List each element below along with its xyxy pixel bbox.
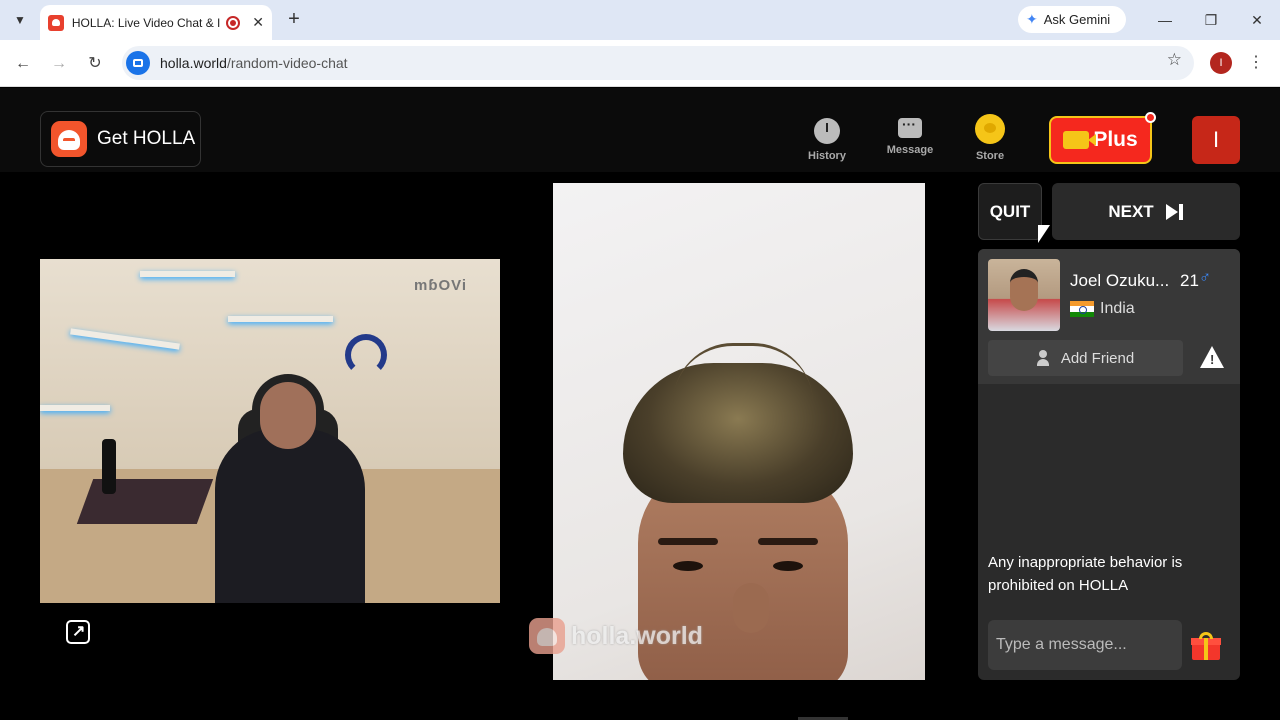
- ask-gemini-label: Ask Gemini: [1043, 12, 1111, 27]
- message-input[interactable]: [988, 620, 1182, 670]
- share-icon[interactable]: [66, 620, 90, 644]
- india-flag-icon: [1070, 301, 1094, 317]
- gift-icon[interactable]: [1191, 632, 1221, 660]
- holla-watermark-logo-icon: [529, 618, 565, 654]
- tab-close-icon[interactable]: ✕: [252, 14, 264, 31]
- report-warning-icon[interactable]: [1200, 346, 1224, 368]
- next-button[interactable]: NEXT: [1052, 183, 1240, 240]
- url-text: holla.world/random-video-chat: [160, 55, 348, 71]
- history-icon: [814, 118, 840, 144]
- new-tab-button[interactable]: +: [282, 8, 306, 32]
- add-person-icon: [1036, 350, 1053, 366]
- chat-panel: Joel Ozuku... 21 ♂ India Add Friend Any …: [978, 249, 1240, 680]
- mouse-cursor-icon: [1038, 225, 1050, 245]
- store-coin-icon: [975, 114, 1005, 144]
- get-holla-button[interactable]: Get HOLLA: [40, 111, 201, 167]
- partner-profile-card: Joel Ozuku... 21 ♂ India Add Friend: [978, 249, 1240, 384]
- local-video-feed: mɓOVi: [40, 259, 500, 603]
- plus-subscription-button[interactable]: Plus: [1049, 116, 1152, 164]
- tab-search-chevron-icon[interactable]: ▼: [8, 8, 32, 32]
- browser-toolbar: ← → ↻ holla.world/random-video-chat ☆ I …: [0, 40, 1280, 87]
- site-camera-icon[interactable]: [126, 51, 150, 75]
- nav-store[interactable]: Store: [960, 114, 1020, 162]
- restore-icon[interactable]: ❐: [1199, 8, 1223, 32]
- moderation-notice: Any inappropriate behavior is prohibited…: [988, 554, 1183, 594]
- address-bar[interactable]: holla.world/random-video-chat ☆: [122, 46, 1194, 80]
- get-holla-label: Get HOLLA: [97, 128, 196, 149]
- next-label: NEXT: [1108, 201, 1154, 221]
- message-icon: [898, 116, 922, 138]
- user-avatar-button[interactable]: I: [1192, 116, 1240, 164]
- add-friend-button[interactable]: Add Friend: [988, 340, 1183, 376]
- browser-tab-bar: ▼ HOLLA: Live Video Chat & I ✕ + ✦ Ask G…: [0, 0, 1280, 40]
- holla-watermark: holla.world: [529, 618, 703, 654]
- partner-name: Joel Ozuku...: [1070, 271, 1170, 290]
- minimize-icon[interactable]: —: [1153, 8, 1177, 32]
- recording-indicator-icon: [226, 15, 241, 30]
- holla-favicon-icon: [48, 14, 64, 31]
- reload-icon[interactable]: ↻: [83, 52, 107, 76]
- partner-avatar[interactable]: [988, 259, 1060, 331]
- back-arrow-icon[interactable]: ←: [11, 52, 35, 76]
- nav-message[interactable]: Message: [880, 116, 940, 156]
- partner-age: 21: [1180, 271, 1199, 290]
- skip-next-icon: [1165, 203, 1184, 220]
- plus-label: Plus: [1093, 128, 1138, 151]
- browser-tab-active[interactable]: HOLLA: Live Video Chat & I ✕: [40, 5, 272, 40]
- nav-history[interactable]: History: [797, 118, 857, 162]
- local-watermark: mɓOVi: [414, 277, 468, 294]
- remote-video-feed: [553, 183, 925, 680]
- partner-country: India: [1100, 300, 1135, 317]
- browser-profile-avatar[interactable]: I: [1210, 52, 1232, 74]
- browser-menu-icon[interactable]: ⋮: [1248, 52, 1264, 72]
- holla-logo-icon: [51, 121, 87, 157]
- holla-app: Get HOLLA History Message Store Plus I: [0, 88, 1280, 720]
- close-window-icon[interactable]: ✕: [1245, 8, 1269, 32]
- quit-button[interactable]: QUIT: [978, 183, 1042, 240]
- male-gender-icon: ♂: [1199, 269, 1211, 286]
- forward-arrow-icon[interactable]: →: [47, 52, 71, 76]
- ask-gemini-button[interactable]: ✦ Ask Gemini: [1018, 6, 1126, 33]
- video-camera-icon: [1063, 131, 1097, 149]
- notification-dot: [1145, 112, 1156, 123]
- gemini-sparkle-icon: ✦: [1026, 11, 1038, 27]
- tab-title: HOLLA: Live Video Chat & I: [71, 15, 221, 30]
- bookmark-star-icon[interactable]: ☆: [1167, 50, 1182, 70]
- app-header: Get HOLLA History Message Store Plus I: [0, 88, 1280, 172]
- add-friend-label: Add Friend: [1060, 349, 1135, 367]
